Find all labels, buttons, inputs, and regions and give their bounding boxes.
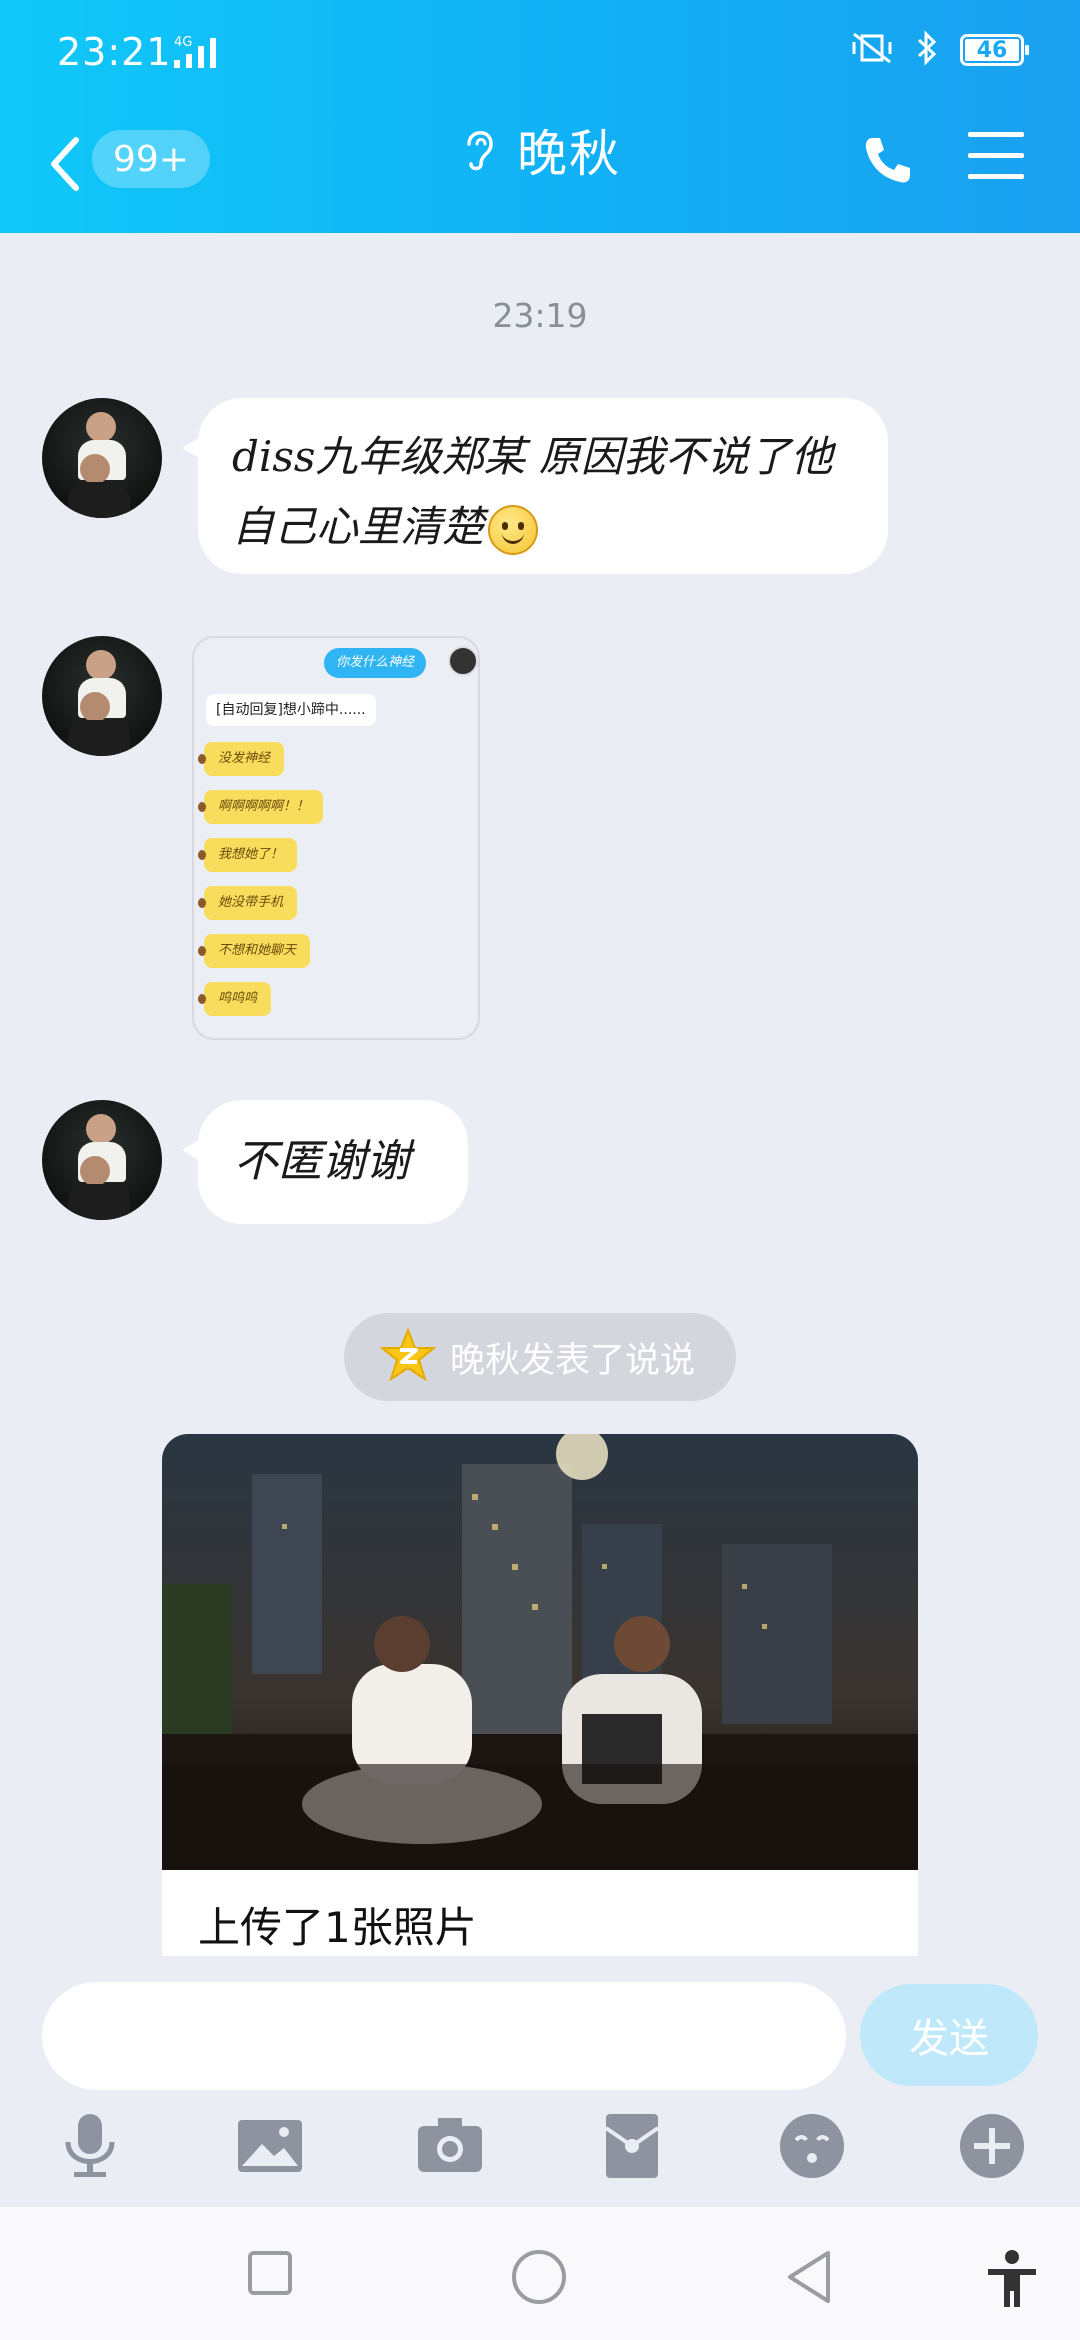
mic-icon[interactable] [54,2110,126,2182]
shot-item: 啊啊啊啊啊！！ [197,790,324,824]
plus-icon[interactable] [956,2110,1028,2182]
camera-icon[interactable] [414,2110,486,2182]
shot-avatar [448,646,478,676]
battery-icon: 46 [960,34,1029,66]
bluetooth-icon [916,30,938,70]
battery-level: 46 [976,37,1008,63]
input-area: 发送 [0,1960,1080,2205]
chat-header: 23:21 4G 46 99+ 晚秋 [0,0,1080,233]
recent-apps-button[interactable] [246,2249,294,2301]
ear-icon[interactable] [459,124,499,176]
signal-icon: 4G [174,34,224,74]
shot-item: 没发神经 [197,742,285,776]
notice-text: 晚秋发表了说说 [450,1340,696,1381]
smiley-emoji-icon [488,505,539,555]
shot-item: 她没带手机 [197,886,298,920]
shot-item: 呜呜呜 [197,982,272,1016]
message-input[interactable] [42,1982,846,2090]
status-time: 23:21 [57,30,172,74]
phone-call-button[interactable] [860,132,916,188]
avatar[interactable] [42,636,162,756]
system-nav-bar [0,2207,1080,2340]
post-photo [162,1434,918,1870]
message-text: 不匿谢谢 [234,1136,410,1187]
post-caption: 上传了1张照片 [198,1903,477,1952]
phone-icon [865,138,910,183]
message-bubble[interactable]: diss九年级郑某 原因我不说了他自己心里清楚 [182,398,888,574]
message-timestamp: 23:19 [492,296,588,335]
red-packet-icon[interactable] [596,2110,668,2182]
post-card[interactable]: 上传了1张照片 [162,1434,918,1956]
avatar[interactable] [42,1100,162,1220]
chat-title: 晚秋 [517,125,621,183]
nav-bar: 99+ 晚秋 [0,110,1080,220]
image-icon[interactable] [234,2110,306,2182]
qzone-star-icon [379,1327,437,1386]
send-button[interactable]: 发送 [860,1984,1038,2086]
qzone-notice[interactable]: 晚秋发表了说说 [344,1313,736,1401]
home-button[interactable] [511,2249,567,2309]
message-bubble[interactable]: 不匿谢谢 [182,1100,468,1224]
accessibility-icon[interactable] [984,2249,1040,2313]
emoji-icon[interactable] [776,2110,848,2182]
image-message[interactable]: 你发什么神经 [自动回复]想小蹄中...... 没发神经 啊啊啊啊啊！！ 我想她… [192,636,480,1040]
status-bar: 23:21 4G 46 [0,0,1080,104]
menu-button[interactable] [968,132,1024,186]
avatar[interactable] [42,398,162,518]
vibrate-mute-icon [850,30,894,70]
svg-text:4G: 4G [174,35,192,50]
shot-item: 我想她了！ [197,838,298,872]
shot-outgoing-text: 你发什么神经 [324,648,427,678]
back-nav-button[interactable] [784,2249,832,2309]
shot-auto-reply: [自动回复]想小蹄中...... [206,694,376,726]
shot-item: 不想和她聊天 [197,934,311,968]
